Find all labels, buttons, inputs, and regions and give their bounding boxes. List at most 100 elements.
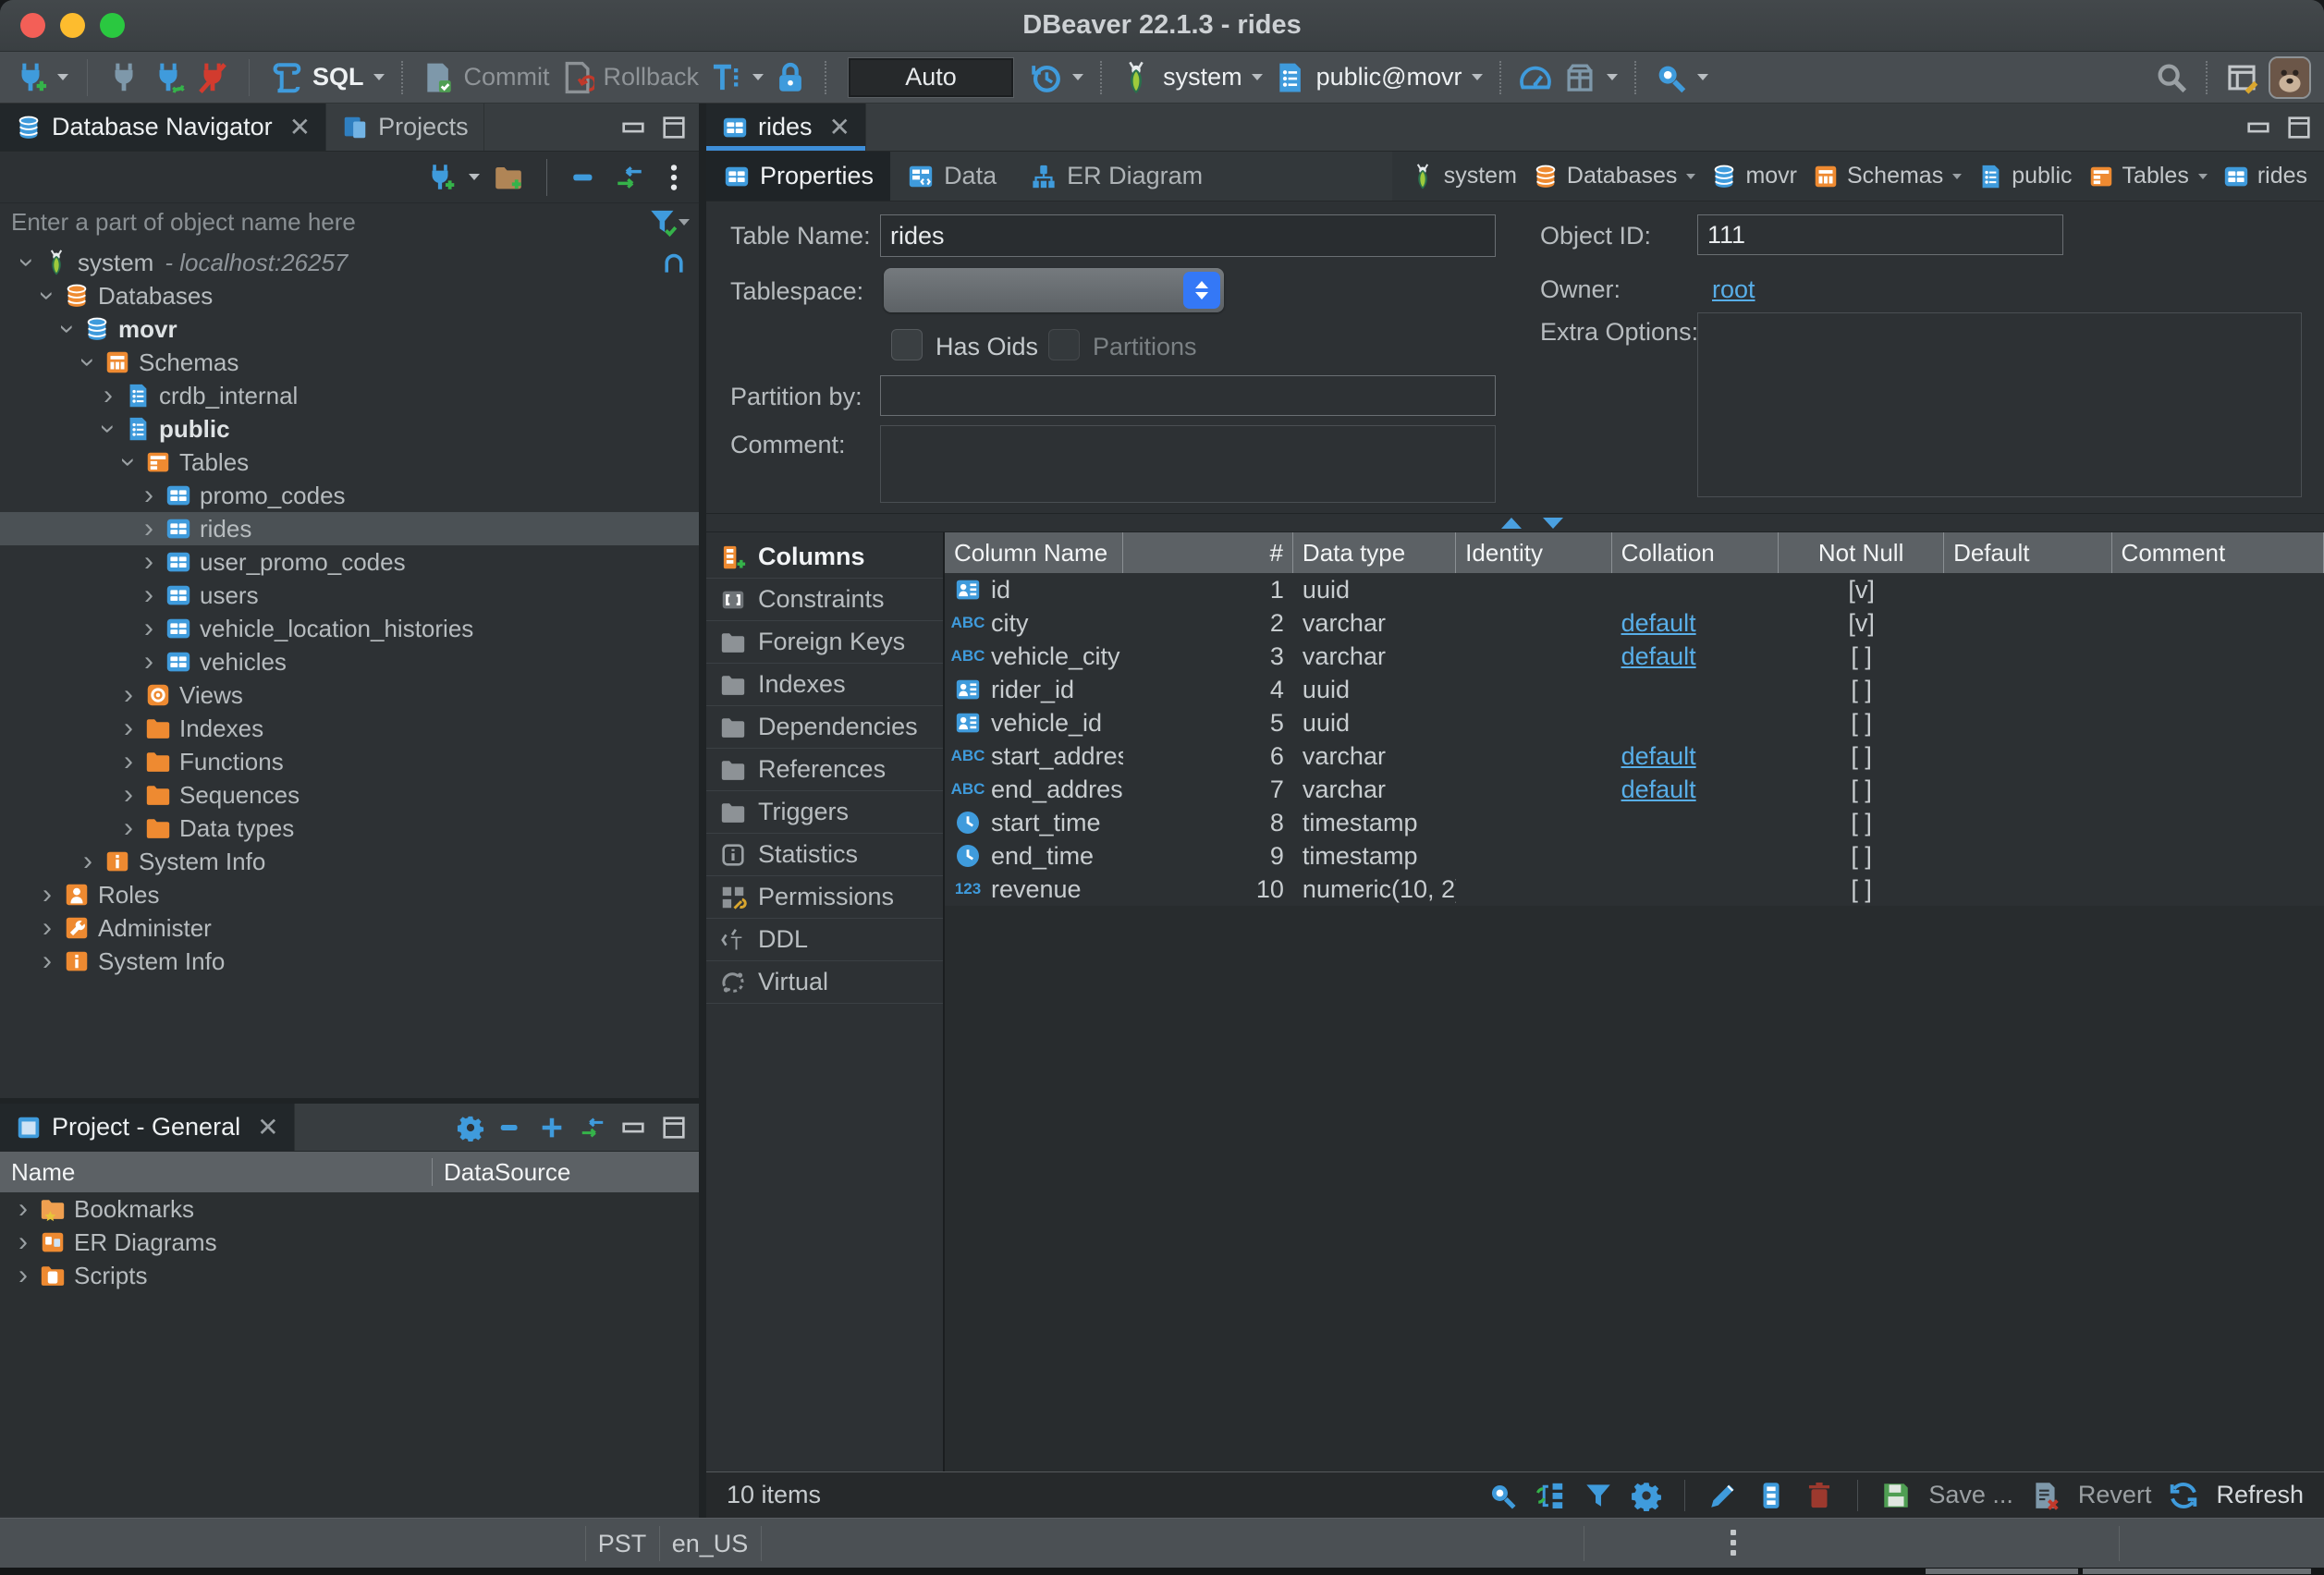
filter-dropdown-icon[interactable] xyxy=(679,219,690,226)
filter-icon[interactable] xyxy=(647,206,679,238)
breadcrumb-databases[interactable]: Databases xyxy=(1528,163,1700,190)
object-id-input[interactable] xyxy=(1697,214,2063,255)
grid-header-comment[interactable]: Comment xyxy=(2112,532,2324,573)
section-tab-triggers[interactable]: Triggers xyxy=(706,791,943,834)
tree-item-schemas[interactable]: ›Schemas xyxy=(0,346,699,379)
tree-item-rides[interactable]: ›rides xyxy=(0,512,699,545)
project-item-bookmarks[interactable]: ›Bookmarks xyxy=(0,1192,699,1226)
link-with-editor-icon[interactable] xyxy=(579,1114,606,1142)
project-settings-icon[interactable] xyxy=(457,1114,484,1142)
active-schema-label[interactable]: public@movr xyxy=(1316,63,1462,92)
breadcrumb-dropdown-icon[interactable] xyxy=(1952,174,1962,179)
tree-item-vehicles[interactable]: ›vehicles xyxy=(0,645,699,678)
collapse-all-icon[interactable] xyxy=(569,162,601,193)
expand-arrow-icon[interactable]: › xyxy=(135,648,163,676)
breadcrumb-dropdown-icon[interactable] xyxy=(2198,174,2208,179)
collapse-arrow-icon[interactable]: › xyxy=(94,415,122,443)
column-header-name[interactable]: Name xyxy=(0,1158,433,1187)
tree-item-indexes[interactable]: ›Indexes xyxy=(0,712,699,745)
expand-arrow-icon[interactable]: › xyxy=(135,482,163,509)
expand-arrow-icon[interactable]: › xyxy=(9,1228,37,1256)
expand-arrow-icon[interactable]: › xyxy=(135,548,163,576)
transaction-history-icon[interactable] xyxy=(1028,60,1063,95)
section-tab-indexes[interactable]: Indexes xyxy=(706,664,943,706)
tree-item-public[interactable]: ›public xyxy=(0,412,699,446)
table-name-input[interactable] xyxy=(880,214,1496,257)
new-folder-icon[interactable] xyxy=(493,162,524,193)
expand-arrow-icon[interactable]: › xyxy=(115,748,142,775)
section-tab-foreign-keys[interactable]: Foreign Keys xyxy=(706,621,943,664)
quick-search-icon[interactable] xyxy=(2154,60,2189,95)
breadcrumb-schemas[interactable]: Schemas xyxy=(1808,163,1965,190)
search-dropdown-icon[interactable] xyxy=(1697,74,1708,80)
save-icon[interactable] xyxy=(1880,1480,1912,1511)
new-connection-dropdown-icon[interactable] xyxy=(469,174,480,180)
add-column-icon[interactable] xyxy=(1755,1480,1787,1511)
project-item-scripts[interactable]: ›Scripts xyxy=(0,1259,699,1292)
expand-arrow-icon[interactable]: › xyxy=(9,1262,37,1289)
close-tab-icon[interactable]: ✕ xyxy=(829,112,850,142)
close-window-button[interactable] xyxy=(20,13,45,38)
comment-textarea[interactable] xyxy=(880,425,1496,503)
section-tab-references[interactable]: References xyxy=(706,749,943,791)
perspective-icon[interactable] xyxy=(2224,60,2259,95)
section-tab-dependencies[interactable]: Dependencies xyxy=(706,706,943,749)
connect-icon[interactable] xyxy=(106,60,141,95)
search-metadata-icon[interactable] xyxy=(1653,60,1688,95)
refresh-button[interactable]: Refresh xyxy=(2216,1481,2304,1509)
reconnect-icon[interactable] xyxy=(151,60,186,95)
section-tab-permissions[interactable]: Permissions xyxy=(706,876,943,919)
tree-item-roles[interactable]: ›Roles xyxy=(0,878,699,911)
edit-column-icon[interactable] xyxy=(1707,1480,1739,1511)
home-icon[interactable] xyxy=(662,250,686,275)
grid-header-default[interactable]: Default xyxy=(1944,532,2111,573)
collapse-arrow-icon[interactable]: › xyxy=(74,348,102,376)
lock-icon[interactable] xyxy=(773,60,808,95)
driver-manager-icon[interactable] xyxy=(1562,60,1597,95)
sql-dropdown-icon[interactable] xyxy=(373,74,385,80)
project-item-er-diagrams[interactable]: ›ER Diagrams xyxy=(0,1226,699,1259)
disconnect-icon[interactable] xyxy=(195,60,230,95)
tablespace-select[interactable] xyxy=(884,268,1224,312)
column-row-vehicle-city[interactable]: ABCvehicle_city3varchardefault[ ] xyxy=(945,640,2324,673)
collation-link[interactable]: default xyxy=(1621,642,1696,671)
tools-dropdown-icon[interactable] xyxy=(1607,74,1618,80)
tree-item-sequences[interactable]: ›Sequences xyxy=(0,778,699,812)
save-button[interactable]: Save ... xyxy=(1928,1481,2013,1509)
column-row-id[interactable]: id1uuid[v] xyxy=(945,573,2324,606)
expand-arrow-icon[interactable]: › xyxy=(135,581,163,609)
grid-search-icon[interactable] xyxy=(1486,1480,1518,1511)
object-filter-input[interactable] xyxy=(9,207,647,238)
collapse-down-icon[interactable] xyxy=(1543,518,1563,529)
tree-item-user-promo-codes[interactable]: ›user_promo_codes xyxy=(0,545,699,579)
collapse-arrow-icon[interactable]: › xyxy=(33,282,61,310)
close-tab-icon[interactable]: ✕ xyxy=(257,1112,278,1142)
column-row-revenue[interactable]: 123revenue10numeric(10, 2)[ ] xyxy=(945,873,2324,906)
close-tab-icon[interactable]: ✕ xyxy=(289,112,311,142)
expand-arrow-icon[interactable]: › xyxy=(9,1195,37,1223)
column-row-start-address[interactable]: ABCstart_address6varchardefault[ ] xyxy=(945,739,2324,773)
column-row-end-address[interactable]: ABCend_address7varchardefault[ ] xyxy=(945,773,2324,806)
column-header-datasource[interactable]: DataSource xyxy=(433,1158,570,1187)
tree-item-functions[interactable]: ›Functions xyxy=(0,745,699,778)
commit-mode-combo[interactable]: Auto xyxy=(849,58,1013,97)
subtab-er-diagram[interactable]: ER Diagram xyxy=(1013,152,1219,201)
expand-arrow-icon[interactable]: › xyxy=(115,681,142,709)
tree-item-users[interactable]: ›users xyxy=(0,579,699,612)
rollback-label[interactable]: Rollback xyxy=(604,63,700,92)
connection-dropdown-icon[interactable] xyxy=(1252,74,1263,80)
locale-indicator[interactable]: en_US xyxy=(659,1519,761,1569)
delete-column-icon[interactable] xyxy=(1804,1480,1835,1511)
tree-item-vehicle-location-histories[interactable]: ›vehicle_location_histories xyxy=(0,612,699,645)
expand-arrow-icon[interactable]: › xyxy=(115,781,142,809)
statusbar-handle-icon[interactable] xyxy=(1731,1530,1736,1556)
new-connection-dropdown-icon[interactable] xyxy=(57,74,68,80)
expand-arrow-icon[interactable]: › xyxy=(115,714,142,742)
active-connection-label[interactable]: system xyxy=(1163,63,1242,92)
breadcrumb-public[interactable]: public xyxy=(1973,163,2075,190)
maximize-window-button[interactable] xyxy=(100,13,125,38)
active-schema-icon[interactable] xyxy=(1272,60,1307,95)
grid-header--[interactable]: # xyxy=(1123,532,1293,573)
tree-item-tables[interactable]: ›Tables xyxy=(0,446,699,479)
minimize-panel-icon[interactable] xyxy=(2244,114,2272,141)
